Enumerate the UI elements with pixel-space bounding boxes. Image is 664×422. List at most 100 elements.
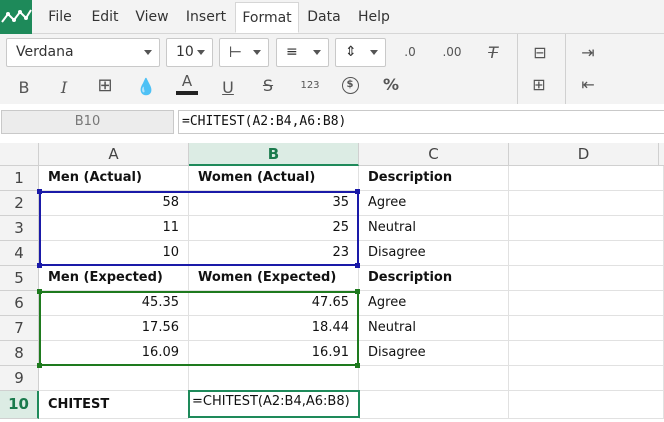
cell-b9[interactable]	[189, 366, 359, 391]
cell-d3[interactable]	[509, 216, 664, 241]
decimal-increase-icon[interactable]: .00	[437, 39, 467, 65]
range-handle[interactable]	[355, 363, 360, 368]
cell-a5[interactable]: Men (Expected)	[39, 266, 189, 291]
cell-c9[interactable]	[359, 366, 509, 391]
cell-d2[interactable]	[509, 191, 664, 216]
strikethrough-button[interactable]: S	[253, 72, 283, 98]
cell-a2[interactable]: 58	[39, 191, 189, 216]
cell-c10[interactable]	[359, 391, 509, 419]
cell-b7[interactable]: 18.44	[189, 316, 359, 341]
cell-a8[interactable]: 16.09	[39, 341, 189, 366]
borders-select[interactable]: ⊢	[219, 38, 269, 67]
row-header-6[interactable]: 6	[0, 291, 39, 316]
borders-icon: ⊢	[229, 43, 243, 61]
vertical-align-select[interactable]: ⇕	[335, 38, 386, 67]
row-header-8[interactable]: 8	[0, 341, 39, 366]
column-header-a[interactable]: A	[39, 143, 189, 166]
cell-c1[interactable]: Description	[359, 166, 509, 191]
cell-d7[interactable]	[509, 316, 664, 341]
cell-d6[interactable]	[509, 291, 664, 316]
cell-c3[interactable]: Neutral	[359, 216, 509, 241]
cell-d10[interactable]	[509, 391, 664, 419]
menu-help[interactable]: Help	[350, 2, 398, 33]
cell-c7[interactable]: Neutral	[359, 316, 509, 341]
number-format-button[interactable]: 123	[295, 72, 325, 98]
table-grid-icon[interactable]: ⊞	[524, 71, 554, 97]
range-handle[interactable]	[37, 263, 42, 268]
range-handle[interactable]	[355, 289, 360, 294]
cell-c6[interactable]: Agree	[359, 291, 509, 316]
cell-d4[interactable]	[509, 241, 664, 266]
menu-data[interactable]: Data	[301, 2, 347, 33]
fill-color-icon[interactable]: 💧	[131, 73, 161, 99]
cell-b1[interactable]: Women (Actual)	[189, 166, 359, 191]
column-header-e[interactable]	[659, 143, 664, 166]
cell-a3[interactable]: 11	[39, 216, 189, 241]
range-handle[interactable]	[37, 289, 42, 294]
decimal-decrease-icon[interactable]: .0	[395, 39, 425, 65]
cell-b4[interactable]: 23	[189, 241, 359, 266]
font-size-value: 10	[176, 44, 194, 60]
menu-file[interactable]: File	[38, 2, 82, 33]
cell-a6[interactable]: 45.35	[39, 291, 189, 316]
font-color-button[interactable]: A	[172, 71, 202, 97]
formula-input[interactable]: =CHITEST(A2:B4,A6:B8)	[178, 110, 664, 134]
cell-a7[interactable]: 17.56	[39, 316, 189, 341]
cell-c2[interactable]: Agree	[359, 191, 509, 216]
row-header-1[interactable]: 1	[0, 166, 39, 191]
cell-b10-editor[interactable]: =CHITEST(A2:B4,A6:B8)	[188, 390, 360, 418]
range-handle[interactable]	[37, 363, 42, 368]
column-header-d[interactable]: D	[509, 143, 659, 166]
bold-button[interactable]: B	[9, 74, 39, 100]
percent-button[interactable]: %	[376, 71, 406, 97]
toolbar-divider	[517, 34, 518, 104]
currency-button[interactable]: $	[335, 72, 365, 98]
cell-d9[interactable]	[509, 366, 664, 391]
menu-edit[interactable]: Edit	[84, 2, 126, 33]
underline-button[interactable]: U	[213, 74, 243, 100]
font-family-value: Verdana	[16, 44, 74, 60]
menu-view[interactable]: View	[128, 2, 176, 33]
menu-format[interactable]: Format	[235, 2, 299, 33]
cell-a4[interactable]: 10	[39, 241, 189, 266]
cell-d1[interactable]	[509, 166, 664, 191]
column-header-c[interactable]: C	[359, 143, 509, 166]
select-all-corner[interactable]	[0, 143, 39, 166]
row-header-2[interactable]: 2	[0, 191, 39, 216]
row-header-3[interactable]: 3	[0, 216, 39, 241]
range-handle[interactable]	[37, 189, 42, 194]
font-size-select[interactable]: 10	[166, 38, 213, 67]
row-header-9[interactable]: 9	[0, 366, 39, 391]
row-header-5[interactable]: 5	[0, 266, 39, 291]
cell-c4[interactable]: Disagree	[359, 241, 509, 266]
cell-b5[interactable]: Women (Expected)	[189, 266, 359, 291]
cell-a9[interactable]	[39, 366, 189, 391]
cell-b6[interactable]: 47.65	[189, 291, 359, 316]
column-header-b[interactable]: B	[189, 143, 359, 166]
menu-insert[interactable]: Insert	[178, 2, 234, 33]
range-handle[interactable]	[355, 189, 360, 194]
cell-c5[interactable]: Description	[359, 266, 509, 291]
cell-a10[interactable]: CHITEST	[39, 391, 189, 419]
range-handle[interactable]	[355, 263, 360, 268]
row-header-10[interactable]: 10	[0, 391, 39, 419]
cell-b3[interactable]: 25	[189, 216, 359, 241]
borders-icon[interactable]: ⊞	[90, 72, 120, 98]
align-select[interactable]: ≡	[276, 38, 329, 67]
italic-button[interactable]: I	[49, 74, 79, 100]
font-family-select[interactable]: Verdana	[6, 38, 160, 67]
row-header-7[interactable]: 7	[0, 316, 39, 341]
cell-b8[interactable]: 16.91	[189, 341, 359, 366]
clear-format-icon[interactable]: T	[478, 39, 508, 65]
vertical-align-icon: ⇕	[345, 44, 357, 60]
cell-a1[interactable]: Men (Actual)	[39, 166, 189, 191]
row-header-4[interactable]: 4	[0, 241, 39, 266]
indent-increase-icon[interactable]: ⇥	[573, 39, 603, 65]
name-box[interactable]: B10	[1, 110, 174, 134]
cell-d8[interactable]	[509, 341, 664, 366]
cell-d5[interactable]	[509, 266, 664, 291]
cell-c8[interactable]: Disagree	[359, 341, 509, 366]
cell-b2[interactable]: 35	[189, 191, 359, 216]
indent-decrease-icon[interactable]: ⇤	[573, 71, 603, 97]
merge-cells-icon[interactable]: ⊟	[525, 39, 555, 65]
